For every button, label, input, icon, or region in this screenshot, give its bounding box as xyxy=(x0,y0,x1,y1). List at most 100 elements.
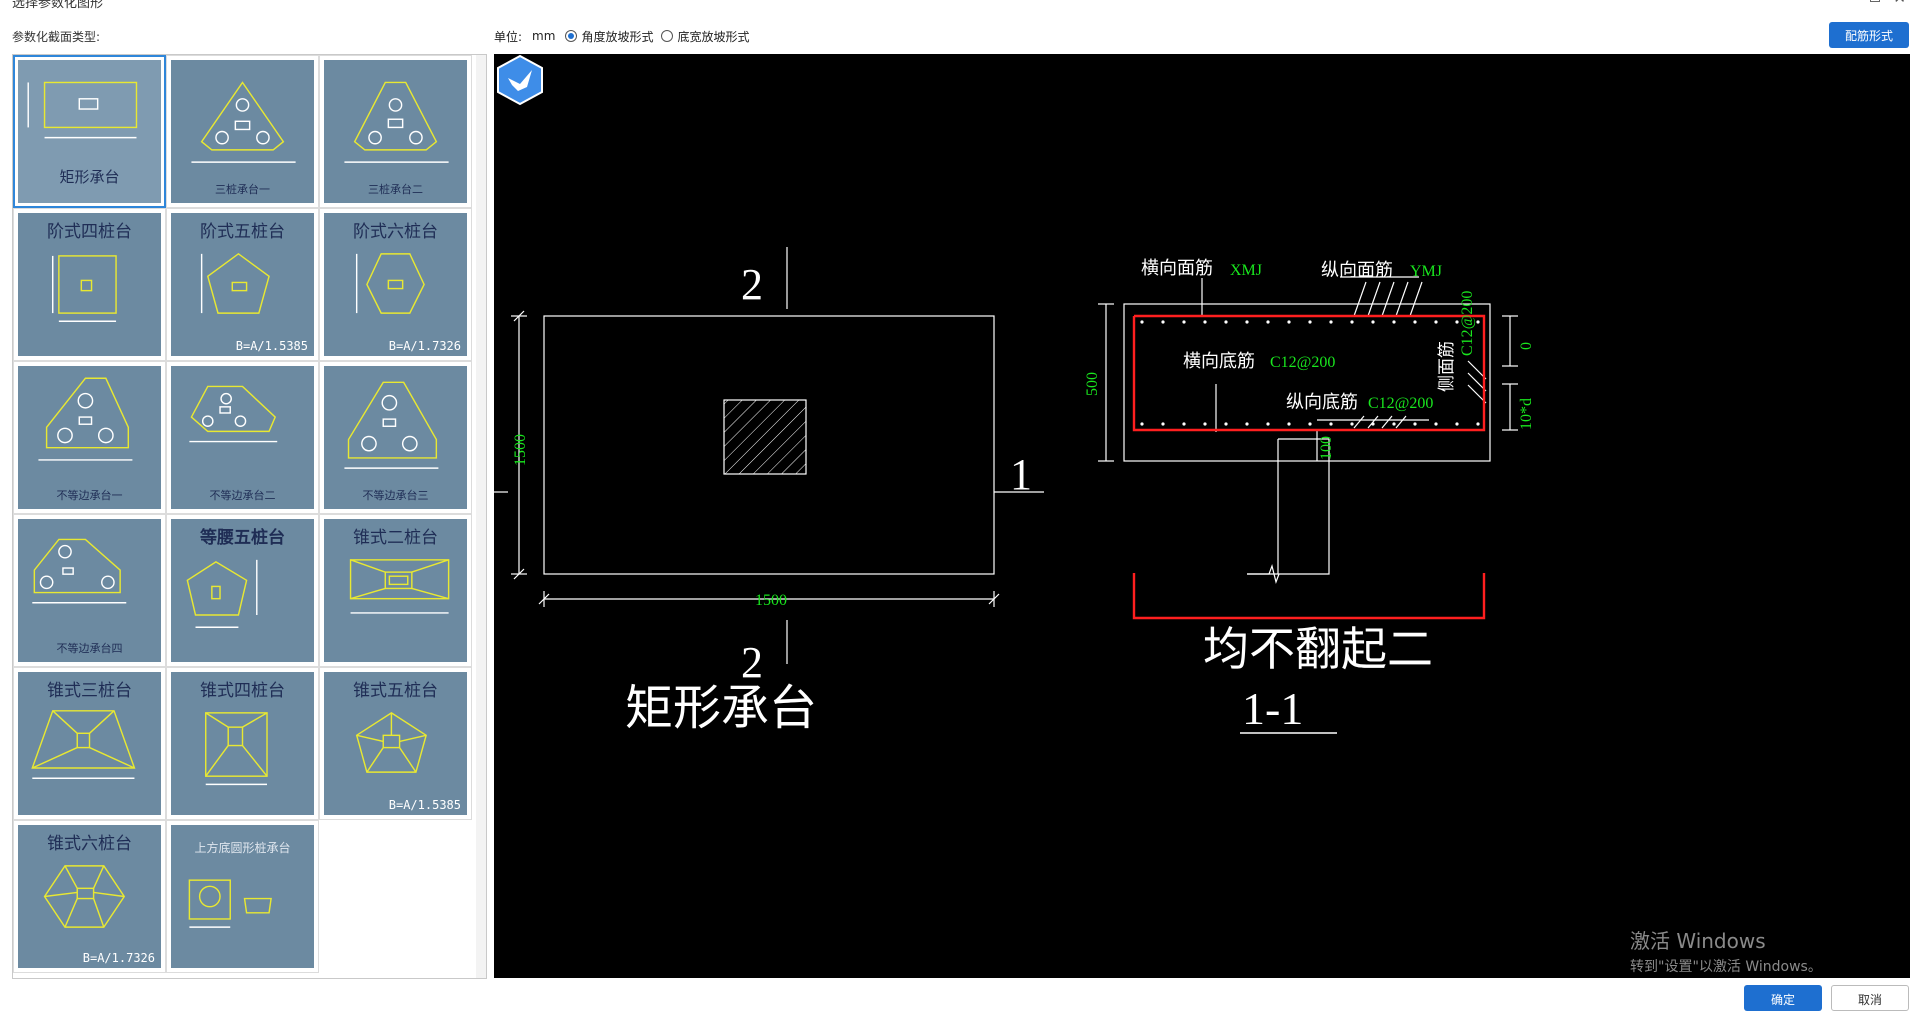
shape-tile-cone3[interactable]: 锥式三桩台 xyxy=(13,667,166,820)
shape-thumbnail: 锥式二桩台 xyxy=(324,519,467,662)
watermark-title: 激活 Windows xyxy=(1630,929,1766,953)
shape-thumbnail: 三桩承台一 xyxy=(171,60,314,203)
dim-zero: 0 xyxy=(1518,342,1535,350)
bird-navigation-icon[interactable] xyxy=(494,54,546,106)
shape-title: 锥式四桩台 xyxy=(200,681,285,701)
cad-canvas[interactable]: 2 2 1 矩形承台 1500 1500 横向面筋 纵向面筋 横向底筋 纵向底筋… xyxy=(494,54,1910,978)
window-title: 选择参数化图形 xyxy=(12,0,104,11)
rebar-dot xyxy=(1413,320,1417,324)
rebar-form-button[interactable]: 配筋形式 xyxy=(1829,22,1909,48)
rebar-dot xyxy=(1203,422,1207,426)
shape-formula: B=A/1.5385 xyxy=(388,798,461,812)
rebar-dot xyxy=(1245,422,1249,426)
top-longitudinal-code: YMJ xyxy=(1410,263,1442,280)
shape-thumbnail: 阶式四桩台 xyxy=(18,213,161,356)
shape-caption: 三桩承台一 xyxy=(215,183,270,196)
rebar-dot xyxy=(1161,422,1165,426)
rebar-dot xyxy=(1476,320,1480,324)
restore-icon[interactable] xyxy=(1870,0,1880,2)
shape-tile-step5[interactable]: 阶式五桩台 B=A/1.5385 xyxy=(166,208,319,361)
gallery-scrollbar[interactable] xyxy=(476,55,486,978)
rebar-dot xyxy=(1392,320,1396,324)
shape-title: 锥式六桩台 xyxy=(47,834,132,854)
side-rebar-code: C12@200 xyxy=(1459,291,1476,356)
shape-tile-cone5[interactable]: 锥式五桩台 B=A/1.5385 xyxy=(319,667,472,820)
shape-thumbnail: 不等边承台三 xyxy=(324,366,467,509)
shape-title: 阶式五桩台 xyxy=(200,222,285,242)
cancel-button[interactable]: 取消 xyxy=(1831,985,1909,1011)
rebar-dot xyxy=(1224,320,1228,324)
dim-cover: 100 xyxy=(1318,436,1335,460)
shape-caption: 矩形承台 xyxy=(59,168,120,186)
dim-anchor: 10*d xyxy=(1518,398,1535,430)
section-label: 1-1 xyxy=(1242,683,1303,734)
radio-width-slope[interactable]: 底宽放坡形式 xyxy=(661,28,749,45)
shape-title: 阶式六桩台 xyxy=(353,222,438,242)
rebar-dot xyxy=(1308,422,1312,426)
shape-caption: 不等边承台三 xyxy=(362,489,429,502)
shape-tile-rect[interactable]: 矩形承台 xyxy=(13,55,166,208)
top-transverse-label: 横向面筋 xyxy=(1141,258,1213,278)
close-icon[interactable]: ✕ xyxy=(1893,0,1906,7)
unit-label: 单位: xyxy=(494,29,523,44)
shape-tile-uneq2[interactable]: 不等边承台二 xyxy=(166,361,319,514)
shape-title: 阶式四桩台 xyxy=(47,222,132,242)
shape-title: 锥式二桩台 xyxy=(353,528,438,548)
bottom-longitudinal-code: C12@200 xyxy=(1368,395,1433,412)
activation-watermark: 激活 Windows 转到"设置"以激活 Windows。 xyxy=(1630,925,1822,976)
shape-tile-uneq1[interactable]: 不等边承台一 xyxy=(13,361,166,514)
side-rebar-label: 侧面筋 xyxy=(1437,341,1456,392)
watermark-subtitle: 转到"设置"以激活 Windows。 xyxy=(1630,959,1822,975)
ok-button[interactable]: 确定 xyxy=(1744,985,1822,1011)
shape-formula: B=A/1.7326 xyxy=(388,339,461,353)
shape-thumbnail: 不等边承台二 xyxy=(171,366,314,509)
shape-thumbnail: 不等边承台四 xyxy=(18,519,161,662)
rebar-dot xyxy=(1350,422,1354,426)
rebar-dot xyxy=(1140,320,1144,324)
unit-value: mm xyxy=(532,29,556,43)
plan-title: 矩形承台 xyxy=(625,682,817,735)
shape-thumbnail: 阶式六桩台 B=A/1.7326 xyxy=(324,213,467,356)
rebar-dot xyxy=(1329,422,1333,426)
radio-dot-checked-icon[interactable] xyxy=(565,30,578,42)
shape-caption: 不等边承台二 xyxy=(209,489,276,502)
shape-tile-uneq3[interactable]: 不等边承台三 xyxy=(319,361,472,514)
shape-thumbnail: 矩形承台 xyxy=(18,60,161,203)
rebar-dot xyxy=(1434,422,1438,426)
rebar-dot xyxy=(1308,320,1312,324)
shape-tile-cone2[interactable]: 锥式二桩台 xyxy=(319,514,472,667)
shape-tile-cone6[interactable]: 锥式六桩台 B=A/1.7326 xyxy=(13,820,166,973)
rebar-dot xyxy=(1161,320,1165,324)
section-title: 均不翻起二 xyxy=(1203,624,1433,675)
radio-angle-slope[interactable]: 角度放坡形式 xyxy=(565,28,653,45)
shape-thumbnail: 锥式三桩台 xyxy=(18,672,161,815)
shape-tile-round[interactable]: 上方底圆形桩承台 xyxy=(166,820,319,973)
rebar-dot xyxy=(1182,320,1186,324)
shape-gallery: 矩形承台三桩承台一 三桩承台二阶式四桩台 阶式五桩台 B=A/1.5385 阶式六桩台 B… xyxy=(12,54,487,979)
shape-tile-step4[interactable]: 阶式四桩台 xyxy=(13,208,166,361)
dim-width-text: 1500 xyxy=(755,592,787,609)
shape-tile-iso5[interactable]: 等腰五桩台 xyxy=(166,514,319,667)
rebar-dot xyxy=(1413,422,1417,426)
dim-section-height: 500 xyxy=(1084,372,1101,396)
shape-thumbnail: 上方底圆形桩承台 xyxy=(171,825,314,968)
shape-caption: 不等边承台四 xyxy=(56,642,123,655)
shape-tile-tri1[interactable]: 三桩承台一 xyxy=(166,55,319,208)
dim-height-text: 1500 xyxy=(512,434,529,466)
unit-row: 单位: mm 角度放坡形式 底宽放坡形式 xyxy=(494,28,757,44)
rebar-dot xyxy=(1224,422,1228,426)
shape-thumbnail: 三桩承台二 xyxy=(324,60,467,203)
shape-formula: B=A/1.5385 xyxy=(235,339,308,353)
shape-formula: B=A/1.7326 xyxy=(82,951,155,965)
shape-title: 锥式三桩台 xyxy=(47,681,132,701)
section-mark-bottom: 2 xyxy=(741,638,763,687)
shape-tile-tri2[interactable]: 三桩承台二 xyxy=(319,55,472,208)
rebar-dot xyxy=(1476,422,1480,426)
cad-drawing: 2 2 1 矩形承台 1500 1500 横向面筋 纵向面筋 横向底筋 纵向底筋… xyxy=(494,247,1535,735)
shape-tile-cone4[interactable]: 锥式四桩台 xyxy=(166,667,319,820)
rebar-dot xyxy=(1140,422,1144,426)
shape-tile-step6[interactable]: 阶式六桩台 B=A/1.7326 xyxy=(319,208,472,361)
radio-width-slope-label: 底宽放坡形式 xyxy=(677,29,750,44)
shape-tile-uneq4[interactable]: 不等边承台四 xyxy=(13,514,166,667)
radio-dot-icon[interactable] xyxy=(661,30,674,42)
